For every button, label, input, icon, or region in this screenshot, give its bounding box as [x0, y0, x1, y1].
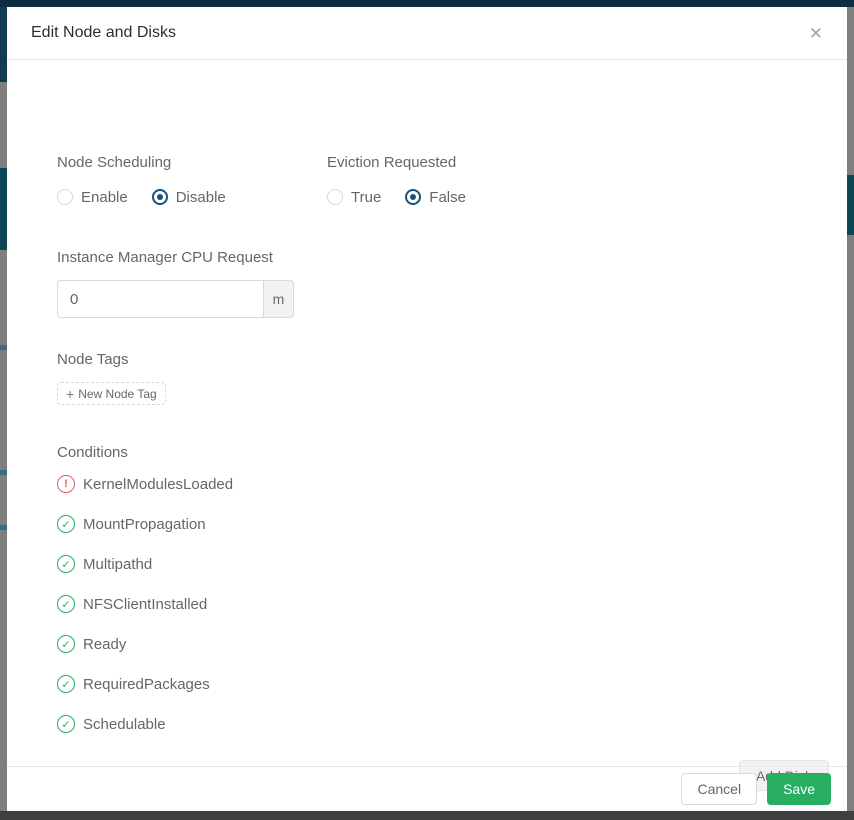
cpu-request-group: m: [57, 280, 294, 318]
condition-row: ✓ RequiredPackages: [57, 674, 210, 694]
close-icon[interactable]: ✕: [809, 25, 823, 42]
cpu-request-label: Instance Manager CPU Request: [57, 249, 273, 266]
backdrop-mark: [0, 470, 7, 475]
cpu-request-unit: m: [264, 280, 294, 318]
condition-name: Schedulable: [83, 715, 166, 733]
radio-true-label[interactable]: True: [351, 189, 381, 206]
backdrop-right-segment: [847, 175, 854, 235]
backdrop-mark: [0, 525, 7, 530]
condition-row: ✓ MountPropagation: [57, 514, 206, 534]
new-node-tag-button[interactable]: + New Node Tag: [57, 382, 166, 405]
save-button[interactable]: Save: [767, 773, 831, 805]
cpu-request-input[interactable]: [57, 280, 264, 318]
check-circle-icon: ✓: [57, 675, 75, 693]
backdrop-mark: [0, 345, 7, 350]
radio-false[interactable]: False: [405, 189, 466, 206]
radio-circle-icon[interactable]: [327, 189, 343, 205]
backdrop-left-segment: [0, 168, 7, 250]
eviction-requested-label: Eviction Requested: [327, 154, 457, 171]
radio-selected-icon[interactable]: [405, 189, 422, 205]
check-circle-icon: ✓: [57, 715, 75, 733]
condition-name: NFSClientInstalled: [83, 595, 208, 613]
radio-false-label[interactable]: False: [429, 189, 466, 206]
error-circle-icon: !: [57, 475, 75, 493]
condition-row: ! KernelModulesLoaded: [57, 474, 233, 494]
check-circle-icon: ✓: [57, 515, 75, 533]
radio-circle-icon[interactable]: [57, 189, 73, 205]
check-circle-icon: ✓: [57, 555, 75, 573]
condition-row: ✓ NFSClientInstalled: [57, 594, 207, 614]
backdrop-bottom-band: [0, 811, 854, 820]
dialog-header: Edit Node and Disks ✕: [7, 7, 847, 60]
condition-row: ✓ Ready: [57, 634, 126, 654]
cancel-button[interactable]: Cancel: [681, 773, 758, 805]
condition-row: ✓ Schedulable: [57, 714, 166, 734]
condition-row: ✓ Multipathd: [57, 554, 152, 574]
condition-name: KernelModulesLoaded: [83, 475, 234, 493]
condition-name: Multipathd: [83, 555, 153, 573]
condition-name: Ready: [83, 635, 127, 653]
backdrop-left-segment: [0, 7, 7, 82]
node-tags-label: Node Tags: [57, 351, 129, 368]
node-scheduling-radio-group: Enable Disable: [57, 187, 250, 207]
plus-icon: +: [66, 385, 75, 402]
dialog-body: Node Scheduling Enable Disable Eviction …: [7, 60, 847, 791]
radio-enable-label[interactable]: Enable: [81, 189, 128, 206]
radio-true[interactable]: True: [327, 189, 381, 206]
eviction-requested-radio-group: True False: [327, 187, 490, 207]
new-node-tag-label: New Node Tag: [78, 386, 157, 401]
condition-name: RequiredPackages: [83, 675, 210, 693]
dialog-title: Edit Node and Disks: [31, 24, 176, 41]
conditions-label: Conditions: [57, 444, 128, 461]
radio-disable-label[interactable]: Disable: [176, 189, 226, 206]
check-circle-icon: ✓: [57, 595, 75, 613]
dialog-footer: Cancel Save: [7, 766, 847, 811]
check-circle-icon: ✓: [57, 635, 75, 653]
node-scheduling-label: Node Scheduling: [57, 154, 172, 171]
radio-enable[interactable]: Enable: [57, 189, 128, 206]
backdrop-top-band: [0, 0, 854, 7]
edit-node-dialog: Edit Node and Disks ✕ Node Scheduling En…: [7, 7, 847, 811]
condition-name: MountPropagation: [83, 515, 206, 533]
radio-disable[interactable]: Disable: [151, 189, 226, 206]
radio-selected-icon[interactable]: [151, 189, 168, 205]
